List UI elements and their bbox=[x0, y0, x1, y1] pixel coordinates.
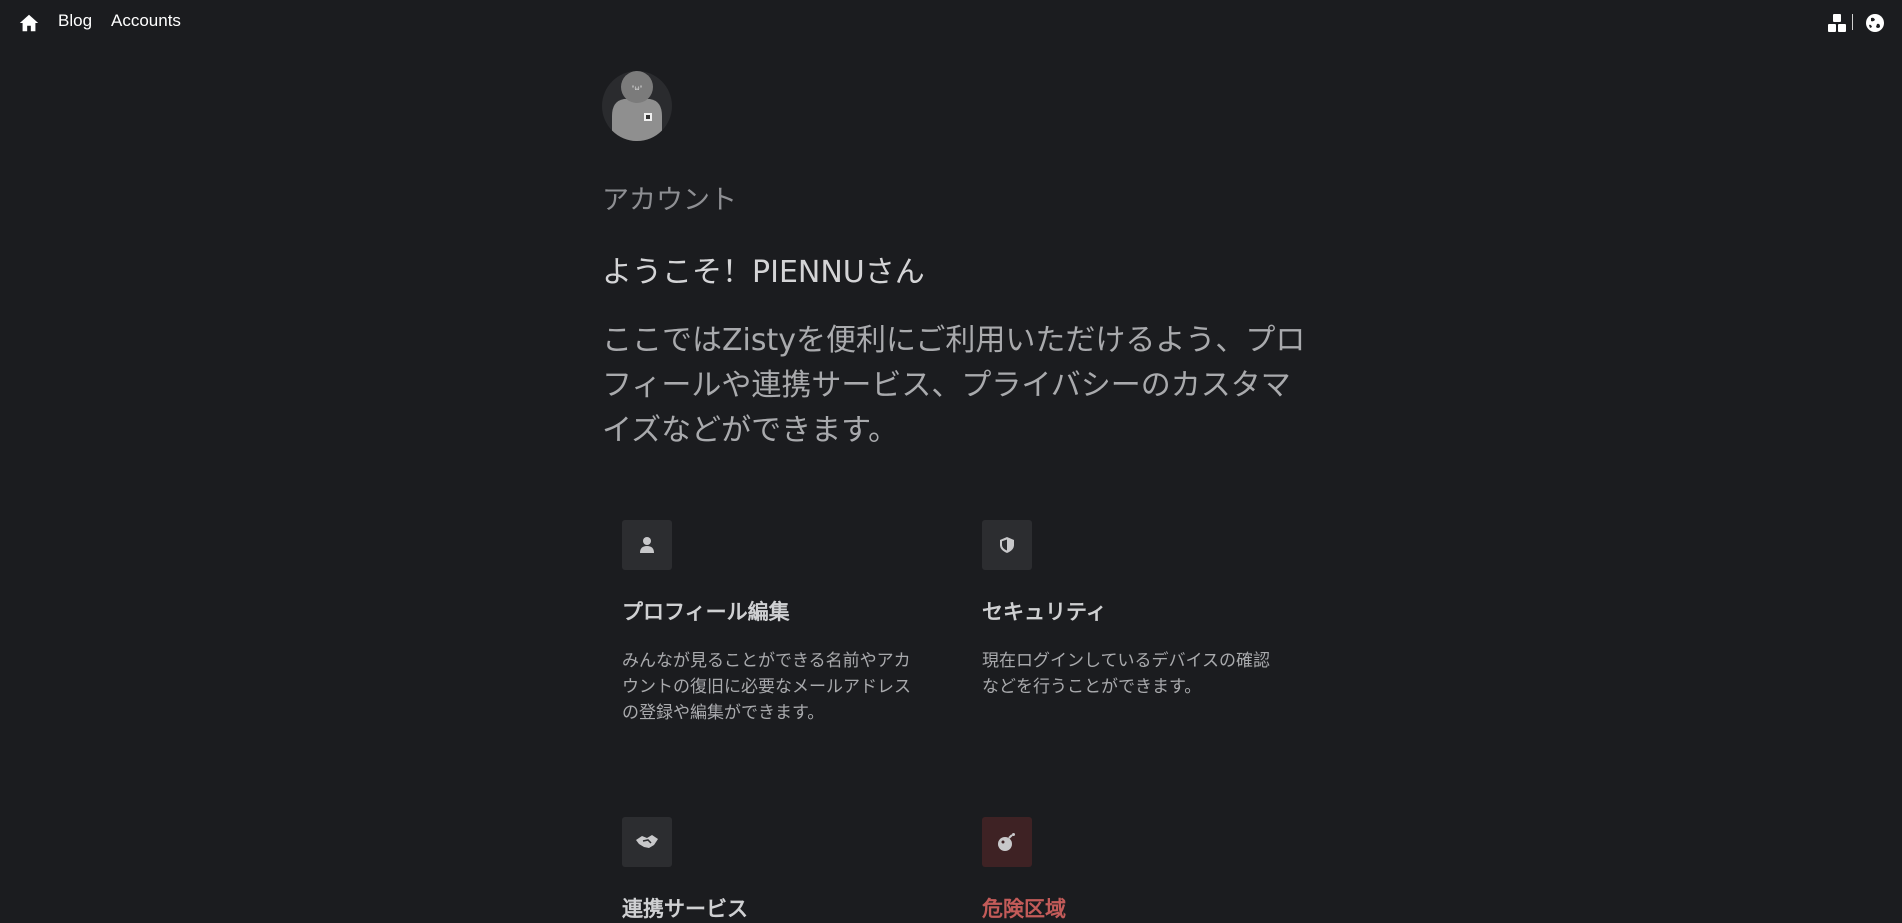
intro-description: ここではZistyを便利にご利用いただけるよう、プロフィールや連携サービス、プラ… bbox=[602, 323, 1306, 448]
shield-icon bbox=[1000, 537, 1014, 553]
nav-link-accounts[interactable]: Accounts bbox=[111, 11, 181, 31]
globe-icon[interactable] bbox=[1865, 13, 1885, 33]
profile-icon-box bbox=[622, 520, 672, 570]
avatar[interactable]: °ω° bbox=[602, 71, 672, 141]
danger-zone-card[interactable]: 危険区域 bbox=[982, 817, 1282, 923]
nav-link-blog[interactable]: Blog bbox=[58, 11, 92, 31]
svg-text:°ω°: °ω° bbox=[631, 85, 642, 92]
linked-services-icon-box bbox=[622, 817, 672, 867]
nav-divider bbox=[1852, 14, 1853, 30]
linked-services-card[interactable]: 連携サービス bbox=[622, 817, 922, 923]
profile-edit-title: プロフィール編集 bbox=[622, 600, 790, 624]
linked-services-title: 連携サービス bbox=[622, 897, 748, 921]
danger-zone-title: 危険区域 bbox=[982, 897, 1066, 921]
profile-edit-description: みんなが見ることができる名前やアカウントの復旧に必要なメールアドレスの登録や編集… bbox=[622, 651, 911, 723]
top-navbar: Blog Accounts bbox=[0, 0, 1902, 46]
avatar-image: °ω° bbox=[612, 71, 662, 141]
security-description: 現在ログインしているデバイスの確認などを行うことができます。 bbox=[982, 651, 1270, 697]
welcome-heading: ようこそ！PIENNUさん bbox=[602, 255, 925, 290]
danger-zone-icon-box bbox=[982, 817, 1032, 867]
apps-icon[interactable] bbox=[1827, 13, 1847, 33]
page-title: アカウント bbox=[602, 185, 737, 216]
security-icon-box bbox=[982, 520, 1032, 570]
bomb-icon bbox=[998, 833, 1015, 851]
security-card[interactable]: セキュリティ 現在ログインしているデバイスの確認などを行うことができます。 bbox=[982, 520, 1282, 700]
handshake-icon bbox=[636, 835, 658, 848]
home-icon[interactable] bbox=[18, 12, 40, 34]
security-title: セキュリティ bbox=[982, 600, 1107, 624]
person-icon bbox=[640, 537, 654, 553]
profile-edit-card[interactable]: プロフィール編集 みんなが見ることができる名前やアカウントの復旧に必要なメールア… bbox=[622, 520, 922, 726]
